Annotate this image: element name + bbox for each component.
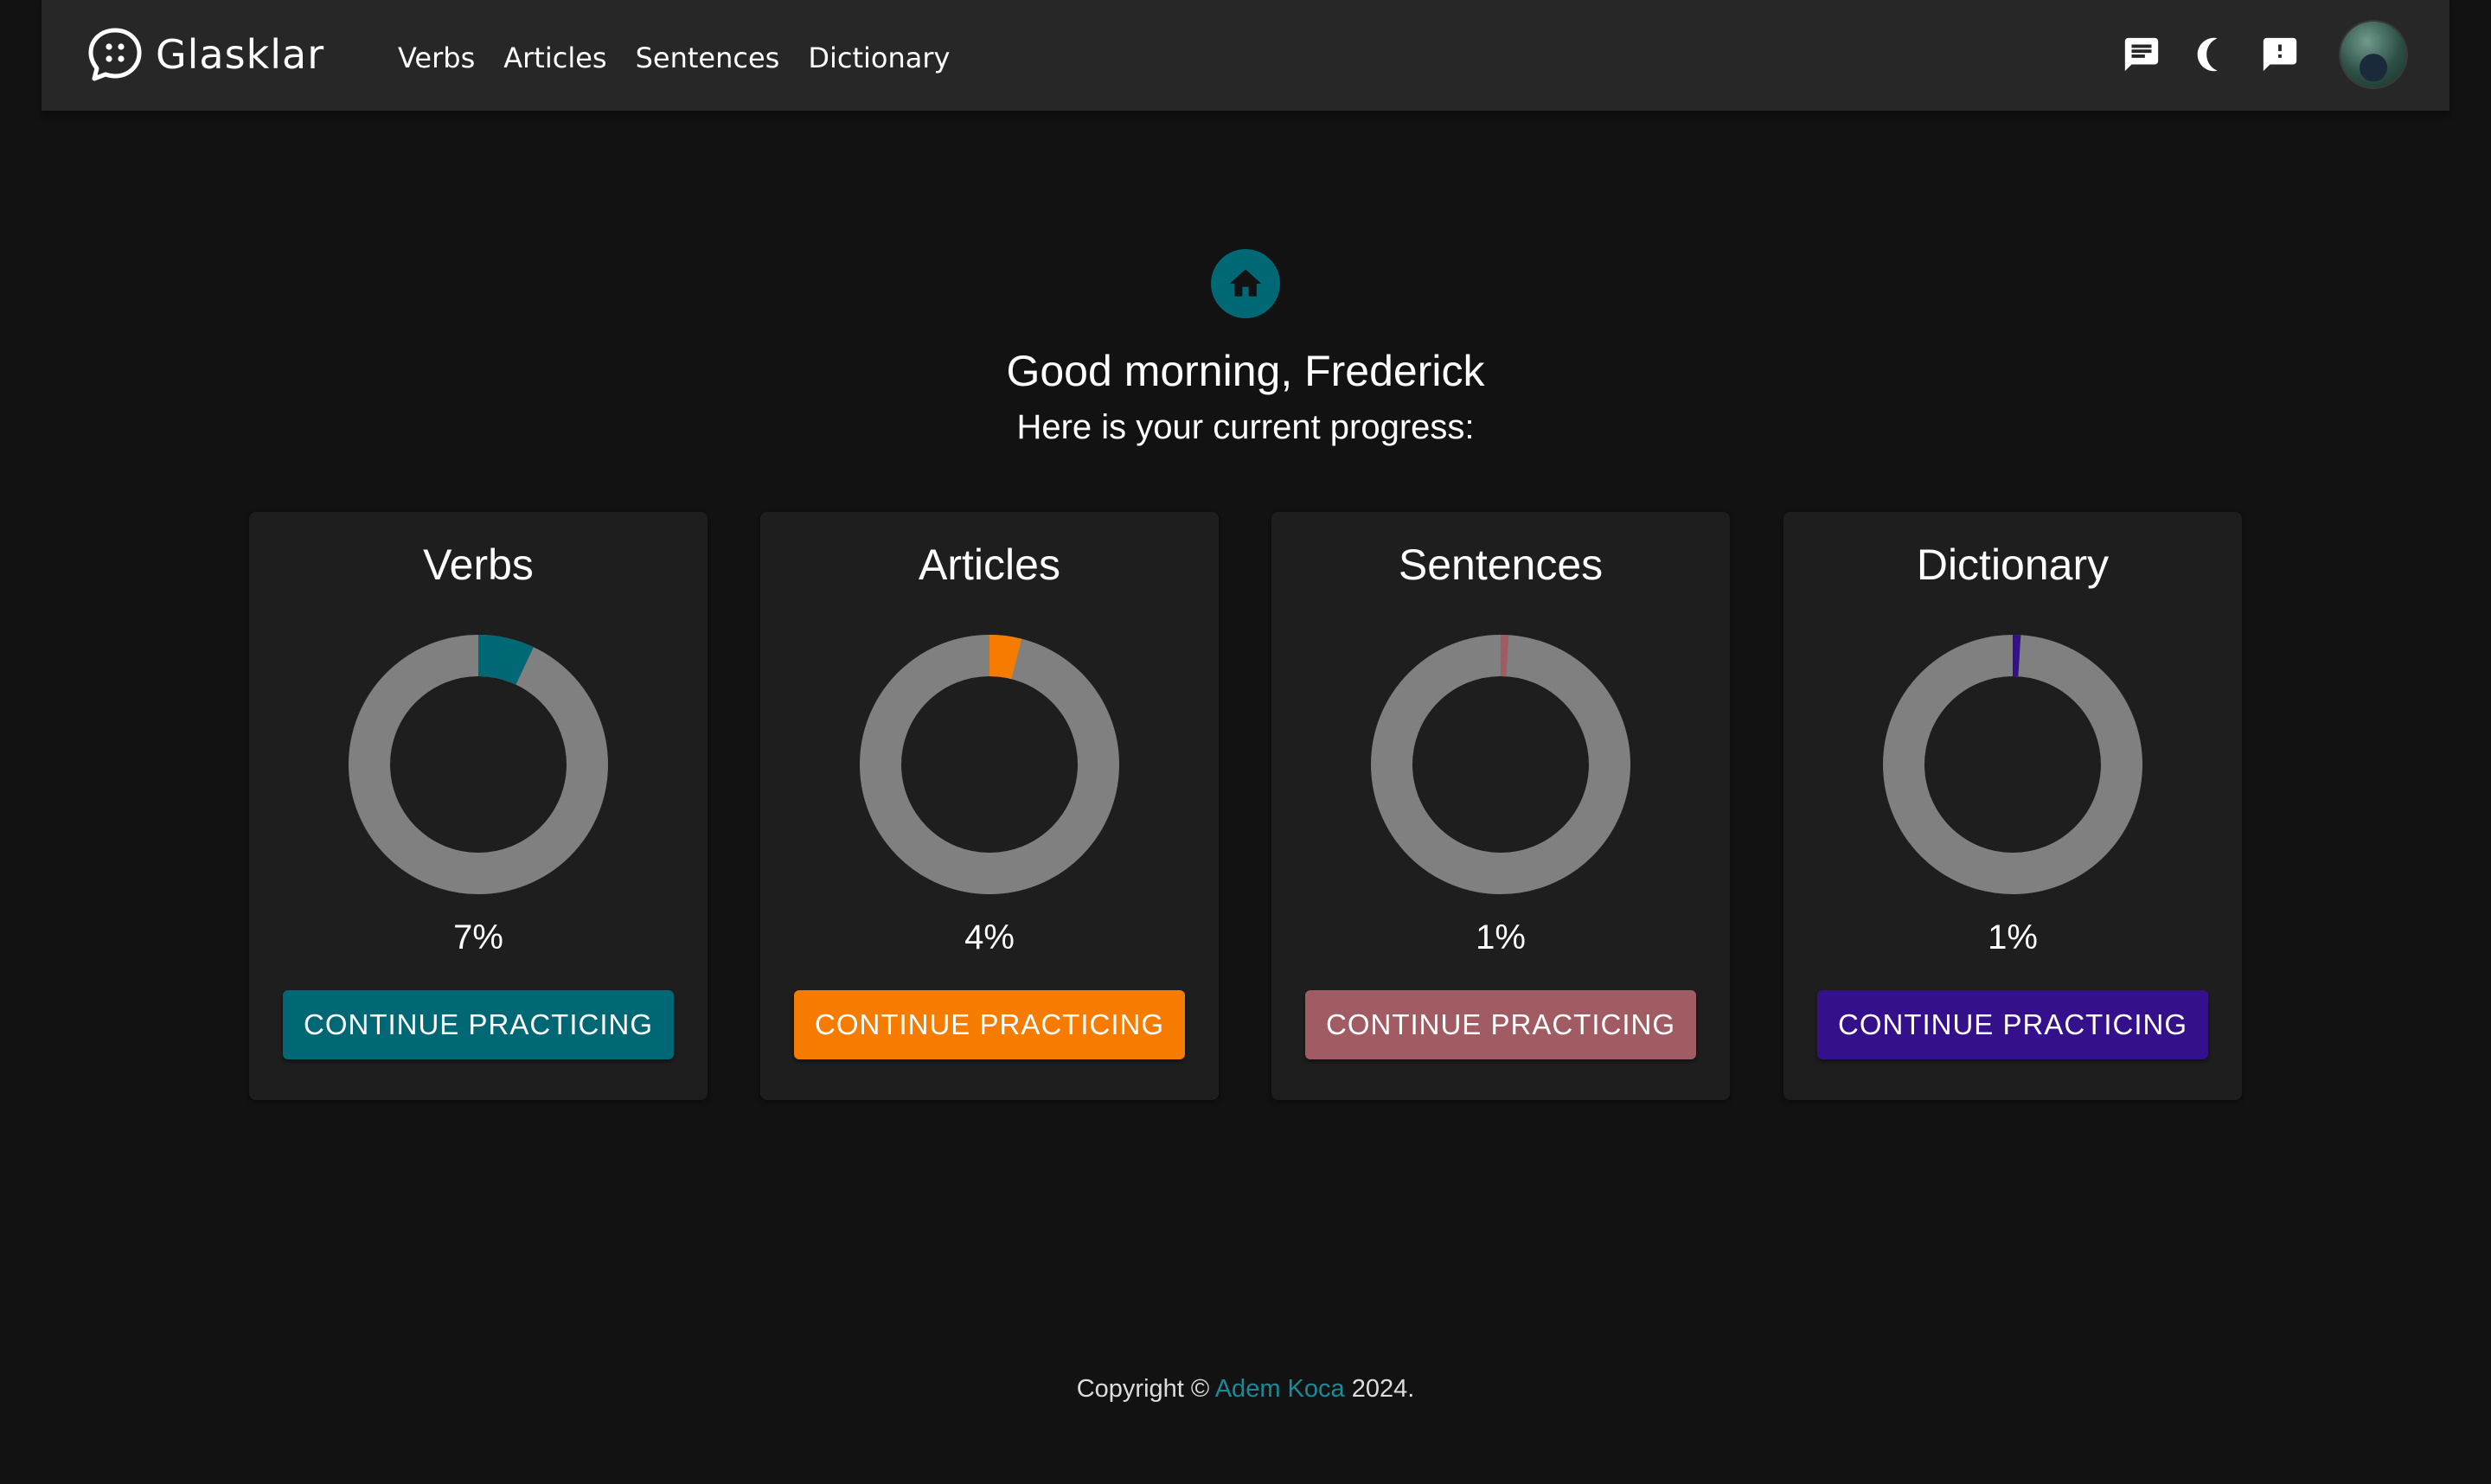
continue-practicing-button[interactable]: CONTINUE PRACTICING bbox=[1817, 990, 2208, 1059]
continue-practicing-button[interactable]: CONTINUE PRACTICING bbox=[283, 990, 674, 1059]
copyright-suffix: 2024. bbox=[1344, 1375, 1415, 1403]
card-title: Dictionary bbox=[1916, 541, 2110, 589]
top-navbar: Glasklar Verbs Articles Sentences Dictio… bbox=[42, 0, 2449, 111]
main-nav: Verbs Articles Sentences Dictionary bbox=[398, 42, 950, 74]
nav-link-verbs[interactable]: Verbs bbox=[398, 42, 475, 74]
nav-link-dictionary[interactable]: Dictionary bbox=[808, 42, 950, 74]
feedback-button[interactable] bbox=[2252, 27, 2308, 82]
progress-subtitle: Here is your current progress: bbox=[1016, 408, 1475, 446]
app-logo[interactable]: Glasklar bbox=[86, 26, 324, 83]
nav-link-articles[interactable]: Articles bbox=[503, 42, 606, 74]
chat-bubble-logo-icon bbox=[88, 28, 142, 81]
feedback-icon bbox=[2263, 37, 2297, 72]
user-avatar[interactable] bbox=[2339, 20, 2408, 89]
card-title: Articles bbox=[919, 541, 1060, 589]
donut-track bbox=[349, 635, 608, 894]
continue-practicing-button[interactable]: CONTINUE PRACTICING bbox=[794, 990, 1185, 1059]
footer: Copyright © Adem Koca 2024. bbox=[0, 1375, 2491, 1404]
chat-button[interactable] bbox=[2114, 27, 2169, 82]
donut-track bbox=[1883, 635, 2142, 894]
home-badge bbox=[1211, 249, 1280, 318]
progress-percent: 7% bbox=[453, 918, 503, 956]
card-title: Verbs bbox=[423, 541, 534, 589]
author-link[interactable]: Adem Koca bbox=[1215, 1375, 1345, 1403]
donut-track bbox=[1371, 635, 1630, 894]
progress-card-dictionary: Dictionary 1% CONTINUE PRACTICING bbox=[1783, 512, 2242, 1100]
home-icon bbox=[1229, 269, 1262, 297]
progress-card-verbs: Verbs 7% CONTINUE PRACTICING bbox=[249, 512, 708, 1100]
nav-link-sentences[interactable]: Sentences bbox=[636, 42, 780, 74]
nav-actions bbox=[2100, 20, 2408, 89]
continue-practicing-button[interactable]: CONTINUE PRACTICING bbox=[1305, 990, 1696, 1059]
progress-donut bbox=[1883, 635, 2142, 894]
donut-track bbox=[860, 635, 1119, 894]
progress-percent: 4% bbox=[964, 918, 1015, 956]
progress-percent: 1% bbox=[1476, 918, 1526, 956]
progress-donut bbox=[1371, 635, 1630, 894]
progress-percent: 1% bbox=[1988, 918, 2038, 956]
chat-icon bbox=[2124, 37, 2159, 72]
moon-icon bbox=[2197, 37, 2218, 72]
greeting-heading: Good morning, Frederick bbox=[1006, 347, 1485, 395]
card-title: Sentences bbox=[1398, 541, 1604, 589]
app-name: Glasklar bbox=[156, 31, 325, 78]
progress-card-sentences: Sentences 1% CONTINUE PRACTICING bbox=[1271, 512, 1730, 1100]
progress-donut bbox=[860, 635, 1119, 894]
copyright-prefix: Copyright © bbox=[1076, 1375, 1215, 1403]
dark-mode-toggle[interactable] bbox=[2183, 27, 2238, 82]
progress-card-articles: Articles 4% CONTINUE PRACTICING bbox=[760, 512, 1219, 1100]
progress-donut bbox=[349, 635, 608, 894]
